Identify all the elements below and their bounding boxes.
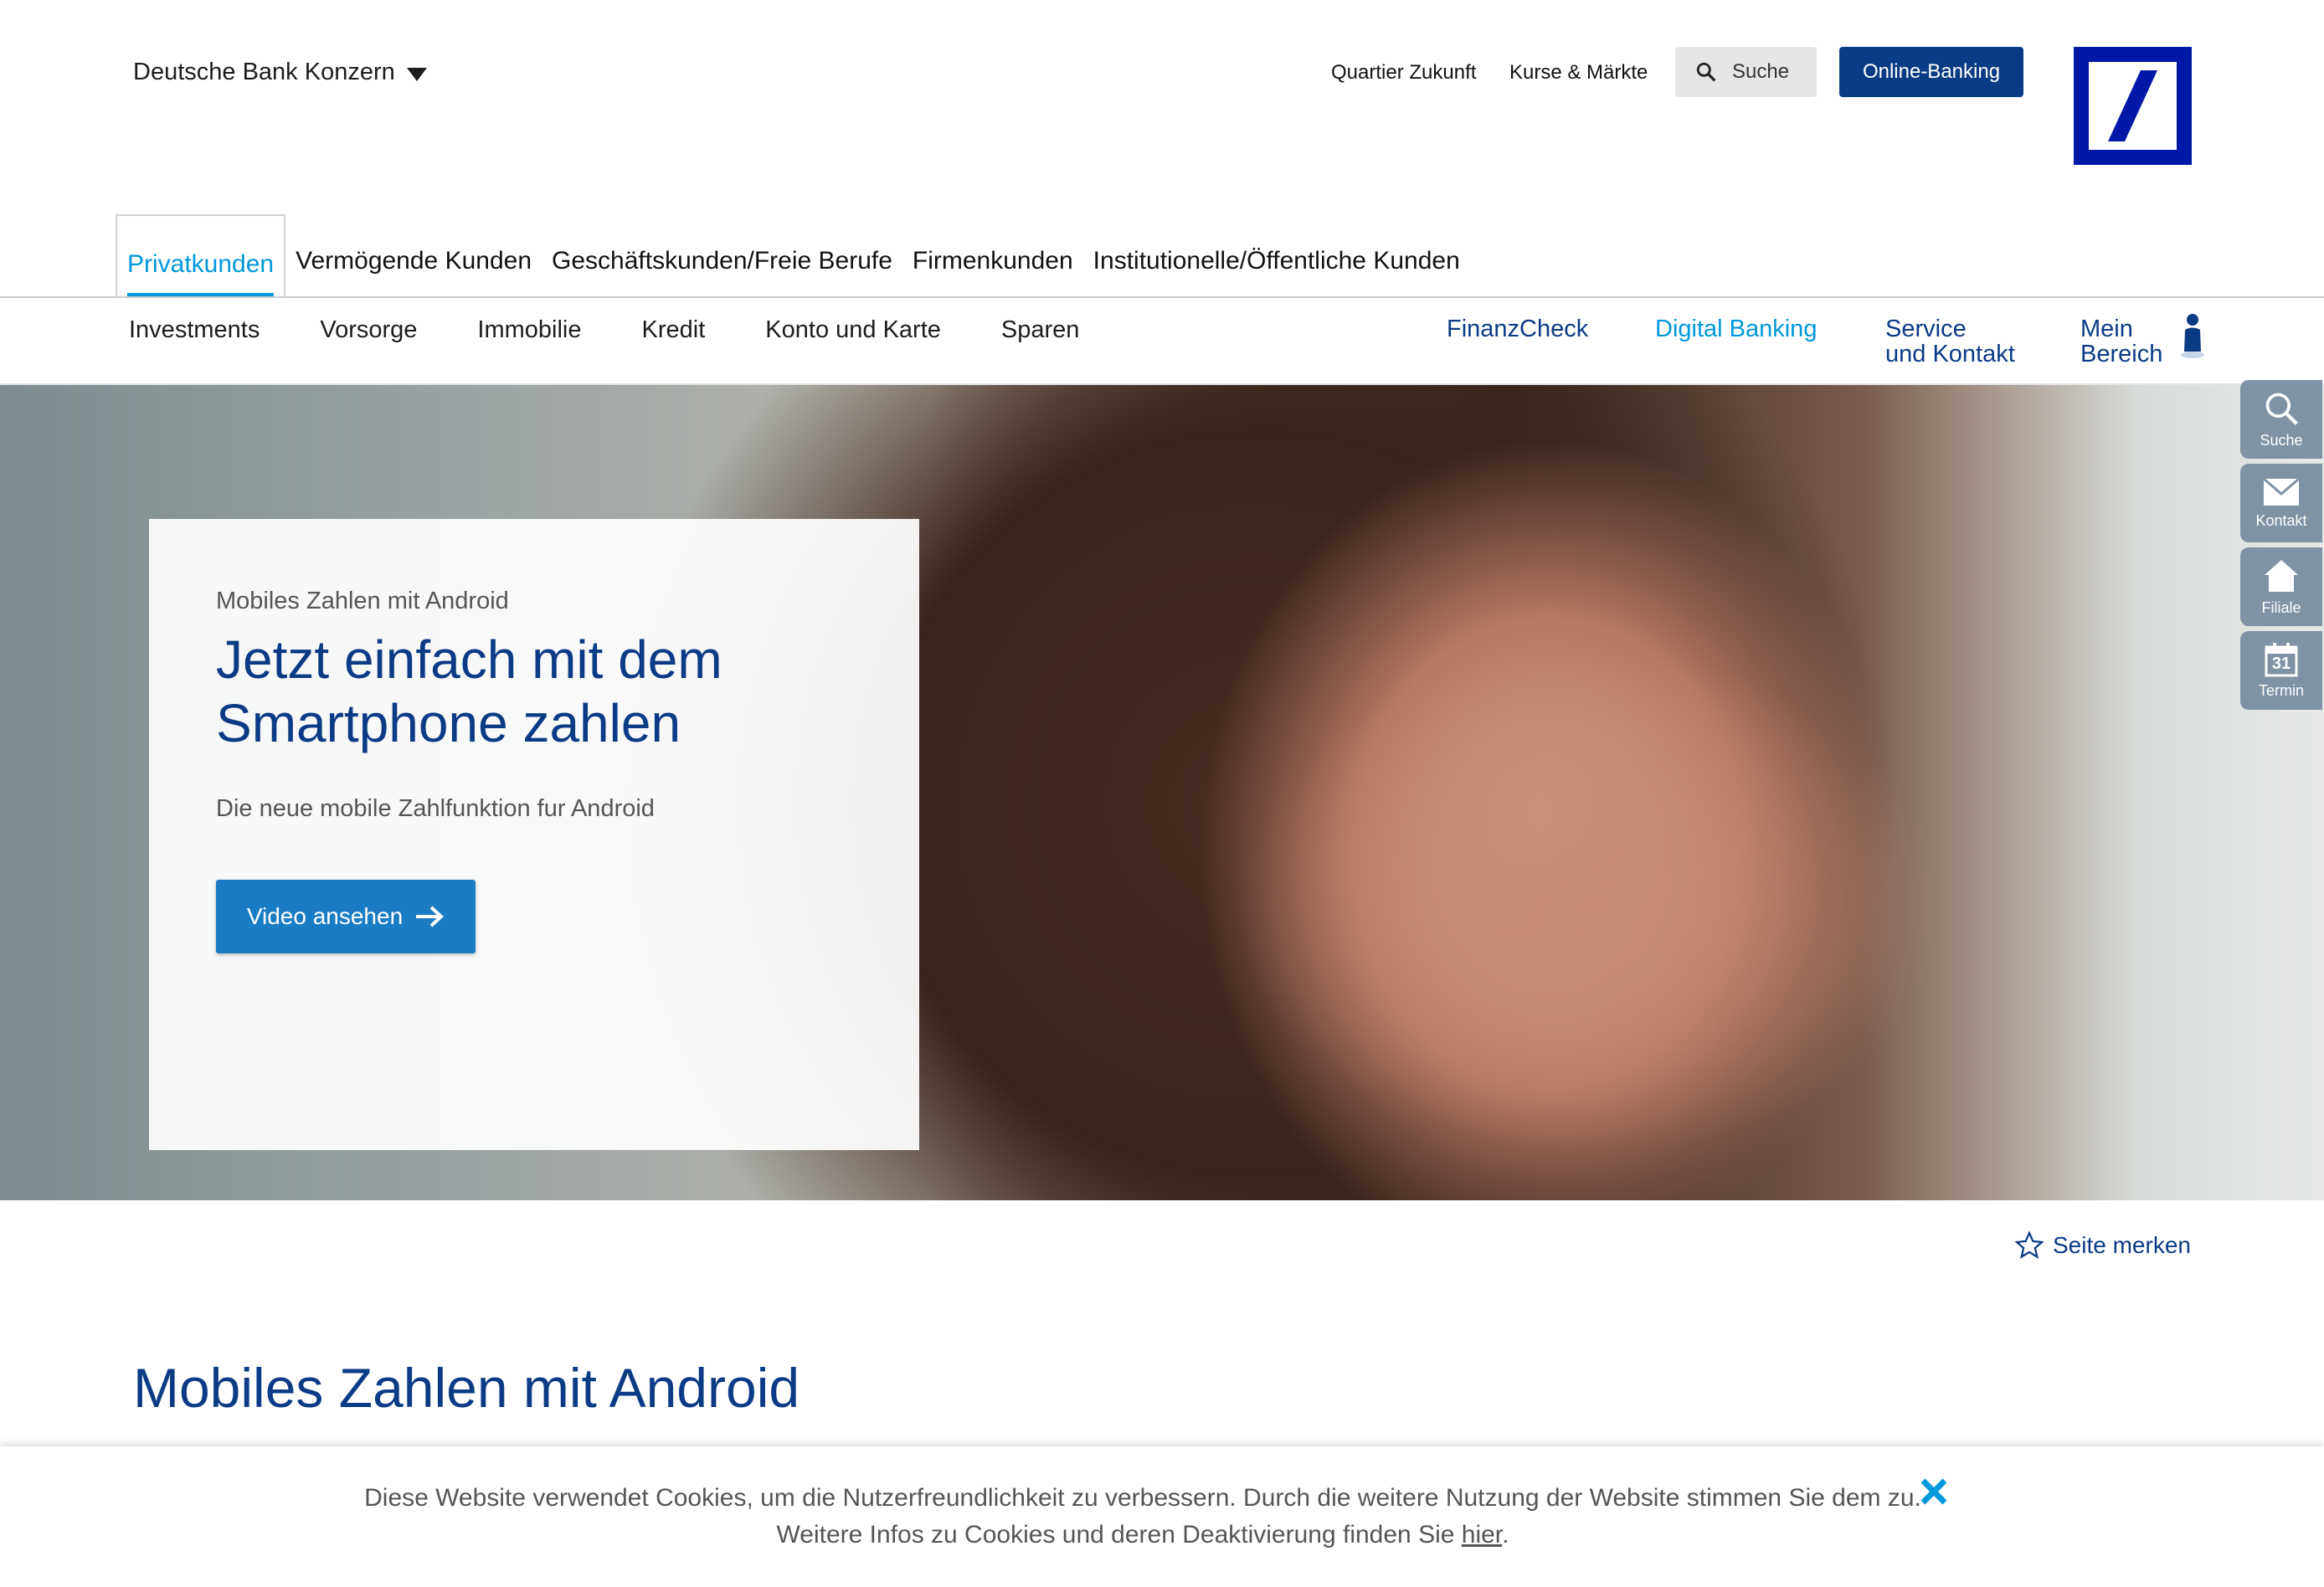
side-branch-button[interactable]: Filiale	[2240, 547, 2322, 626]
nav-mein-line2: Bereich	[2080, 341, 2163, 367]
link-kurse-maerkte[interactable]: Kurse & Märkte	[1509, 61, 1648, 85]
home-icon	[2265, 559, 2298, 592]
tab-firmenkunden[interactable]: Firmenkunden	[902, 214, 1083, 297]
cookie-info-link[interactable]: hier	[1462, 1521, 1502, 1548]
hero-subtitle: Die neue mobile Zahlfunktion fur Android	[216, 795, 655, 822]
nav-konto-und-karte[interactable]: Konto und Karte	[765, 316, 941, 344]
cookie-message: Diese Website verwendet Cookies, um die …	[364, 1484, 1921, 1548]
logo-slash-icon	[2108, 70, 2157, 141]
nav-digital-banking[interactable]: Digital Banking	[1655, 316, 1817, 342]
calendar-day: 31	[2271, 654, 2291, 673]
nav-sparen[interactable]: Sparen	[1001, 316, 1080, 344]
tab-privatkunden[interactable]: Privatkunden	[116, 214, 286, 297]
side-search-label: Suche	[2260, 431, 2303, 449]
side-contact-button[interactable]: Kontakt	[2240, 464, 2322, 542]
calendar-icon: 31	[2264, 642, 2299, 677]
nav-service-line1: Service	[1885, 316, 1967, 342]
hero-card: Mobiles Zahlen mit Android Jetzt einfach…	[149, 519, 919, 1150]
nav-mein-bereich[interactable]: Mein Bereich	[2080, 316, 2162, 367]
nav-investments[interactable]: Investments	[129, 316, 260, 344]
nav-mein-line1: Mein	[2080, 316, 2133, 342]
tab-vermoegende-kunden[interactable]: Vermögende Kunden	[285, 214, 542, 297]
hero-title: Jetzt einfach mit dem Smartphone zahlen	[216, 629, 722, 753]
search-button[interactable]: Suche	[1675, 47, 1817, 97]
side-appointment-label: Termin	[2258, 681, 2304, 699]
nav-vorsorge[interactable]: Vorsorge	[320, 316, 417, 344]
hero-eyebrow: Mobiles Zahlen mit Android	[216, 588, 509, 614]
tab-institutionelle[interactable]: Institutionelle/Öffentliche Kunden	[1083, 214, 1470, 297]
segment-divider	[0, 296, 2324, 298]
section-title: Mobiles Zahlen mit Android	[133, 1357, 800, 1419]
side-appointment-button[interactable]: 31 Termin	[2240, 631, 2322, 710]
search-icon	[1696, 62, 1716, 82]
nav-finanzcheck[interactable]: FinanzCheck	[1447, 316, 1588, 342]
search-icon	[2265, 393, 2298, 425]
arrow-right-icon	[416, 906, 445, 927]
group-selector-label: Deutsche Bank Konzern	[133, 59, 395, 85]
tab-geschaeftskunden[interactable]: Geschäftskunden/Freie Berufe	[542, 214, 902, 297]
caret-down-icon	[406, 67, 427, 81]
side-branch-label: Filiale	[2261, 598, 2301, 616]
segment-tabs: Privatkunden Vermögende Kunden Geschäfts…	[116, 214, 1470, 297]
group-selector[interactable]: Deutsche Bank Konzern	[133, 59, 427, 86]
link-quartier-zukunft[interactable]: Quartier Zukunft	[1331, 61, 1476, 85]
mail-icon	[2263, 477, 2300, 506]
close-icon[interactable]	[1919, 1477, 1949, 1507]
nav-immobilie[interactable]: Immobilie	[477, 316, 581, 344]
search-button-label: Suche	[1732, 60, 1790, 83]
online-banking-button[interactable]: Online-Banking	[1839, 47, 2023, 97]
nav-kredit[interactable]: Kredit	[642, 316, 706, 344]
hero-banner: Mobiles Zahlen mit Android Jetzt einfach…	[0, 385, 2324, 1200]
video-button-label: Video ansehen	[246, 903, 404, 929]
cookie-banner: Diese Website verwendet Cookies, um die …	[0, 1446, 2324, 1587]
video-button[interactable]: Video ansehen	[216, 880, 476, 953]
user-icon[interactable]	[2178, 311, 2207, 360]
side-contact-label: Kontakt	[2255, 511, 2307, 529]
nav-service-line2: und Kontakt	[1885, 341, 2015, 367]
cookie-text: Diese Website verwendet Cookies, um die …	[335, 1480, 1951, 1554]
nav-service-kontakt[interactable]: Service und Kontakt	[1885, 316, 2015, 367]
main-nav: Investments Vorsorge Immobilie Kredit Ko…	[129, 316, 1139, 344]
bookmark-label: Seite merken	[2053, 1232, 2191, 1258]
deutsche-bank-logo[interactable]	[2074, 47, 2192, 165]
side-search-button[interactable]: Suche	[2240, 380, 2322, 459]
side-toolbar: Suche Kontakt Filiale 31 Termin	[2240, 380, 2322, 715]
star-icon	[2014, 1230, 2044, 1259]
cookie-period: .	[1502, 1521, 1509, 1548]
bookmark-button[interactable]: Seite merken	[2014, 1230, 2191, 1261]
